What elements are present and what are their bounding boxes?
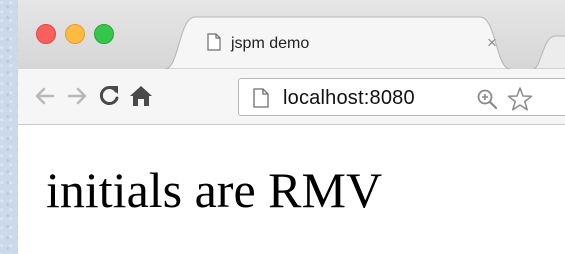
close-window-button[interactable] (36, 24, 56, 44)
reload-icon[interactable] (96, 83, 122, 109)
new-tab-button[interactable] (532, 34, 565, 70)
page-heading: initials are RMV (46, 162, 383, 218)
address-bar[interactable]: localhost:8080 (238, 78, 565, 116)
forward-arrow-icon[interactable] (64, 83, 90, 109)
tab-jspm-demo[interactable]: jspm demo × (165, 15, 510, 69)
tab-close-icon[interactable]: × (487, 34, 497, 51)
back-arrow-icon[interactable] (32, 83, 58, 109)
tab-strip: jspm demo × (18, 0, 565, 70)
zoom-in-icon[interactable] (476, 88, 498, 115)
page-icon (207, 33, 221, 51)
page-icon (253, 88, 269, 113)
zoom-window-button[interactable] (94, 24, 114, 44)
url-text[interactable]: localhost:8080 (283, 87, 415, 110)
star-icon[interactable] (507, 86, 533, 117)
tab-title: jspm demo (231, 35, 310, 52)
browser-window: jspm demo × localhost:8080 initials are … (18, 0, 565, 254)
browser-toolbar: localhost:8080 (18, 69, 565, 125)
minimize-window-button[interactable] (65, 24, 85, 44)
page-content: initials are RMV (18, 125, 565, 254)
home-icon[interactable] (128, 83, 154, 109)
